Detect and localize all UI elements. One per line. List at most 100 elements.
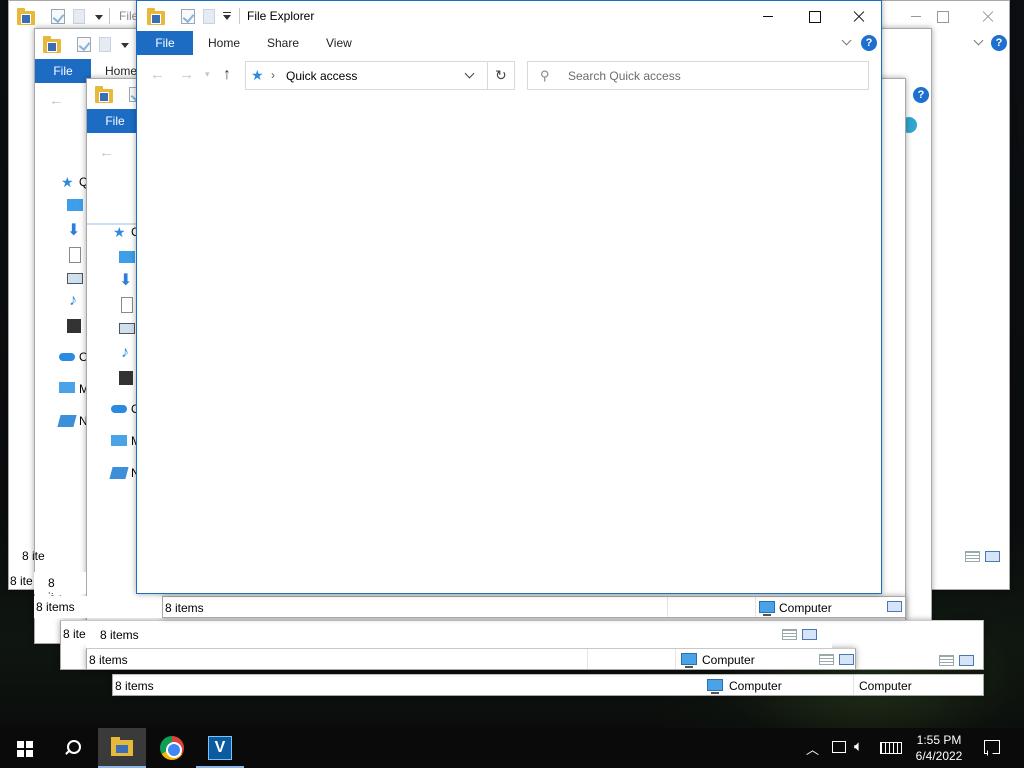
refresh-icon[interactable]: ↻ bbox=[495, 67, 507, 84]
back-arrow-icon[interactable]: ← bbox=[99, 145, 114, 161]
file-explorer-icon bbox=[111, 737, 133, 756]
view-toggle-icons[interactable] bbox=[965, 551, 1001, 563]
explorer-window-bg-j[interactable]: 8 items bbox=[34, 596, 162, 618]
details-view-icon[interactable] bbox=[939, 655, 954, 666]
folder-icon bbox=[95, 86, 113, 103]
videos-icon bbox=[119, 371, 133, 385]
address-divider bbox=[487, 62, 488, 89]
view-toggle-icons[interactable] bbox=[782, 629, 818, 641]
computer-icon bbox=[707, 679, 723, 694]
properties-icon[interactable] bbox=[181, 9, 195, 24]
item-count: 8 items bbox=[48, 576, 77, 594]
home-tab[interactable]: Home bbox=[208, 31, 240, 55]
view-toggle-icons[interactable] bbox=[883, 601, 903, 613]
file-tab[interactable]: File bbox=[137, 31, 193, 55]
item-count-truncated: 8 ite bbox=[63, 627, 86, 641]
quick-access-star-icon: ★ bbox=[113, 224, 126, 240]
ribbon-tabs: File Home Share View ? bbox=[137, 31, 881, 55]
help-icon[interactable]: ? bbox=[861, 35, 877, 51]
taskbar-v-app[interactable]: V bbox=[196, 728, 244, 768]
computer-icon bbox=[759, 601, 775, 616]
title-bar[interactable]: File Explorer bbox=[137, 1, 881, 31]
view-toggle-icons[interactable] bbox=[939, 655, 975, 667]
back-arrow-icon[interactable]: ← bbox=[150, 67, 165, 83]
customize-qat-icon[interactable] bbox=[223, 15, 231, 20]
nav-pane-divider bbox=[87, 223, 137, 225]
documents-icon bbox=[121, 297, 133, 313]
explorer-window-bg-k[interactable]: 8 items bbox=[34, 572, 86, 594]
taskbar-chrome[interactable] bbox=[148, 728, 196, 768]
breadcrumb-quick-access[interactable]: Quick access bbox=[286, 69, 357, 83]
status-divider bbox=[587, 649, 588, 669]
search-box[interactable]: ⚲ Search Quick access bbox=[527, 61, 869, 90]
up-arrow-icon[interactable]: ↑ bbox=[223, 67, 231, 83]
content-area[interactable] bbox=[137, 95, 881, 593]
address-dropdown-chevron-icon[interactable] bbox=[464, 68, 475, 79]
folder-icon bbox=[147, 8, 165, 25]
minimize-button[interactable] bbox=[745, 1, 791, 31]
windows-start-icon bbox=[17, 741, 33, 757]
explorer-window-bg-g[interactable]: 8 items Computer bbox=[86, 648, 856, 670]
computer-label: Computer bbox=[859, 679, 912, 693]
computer-icon bbox=[681, 653, 697, 668]
shell-app-icon[interactable] bbox=[905, 157, 906, 173]
pictures-icon bbox=[119, 323, 135, 334]
details-view-icon[interactable] bbox=[782, 629, 797, 640]
close-button[interactable] bbox=[965, 1, 1009, 31]
help-icon[interactable]: ? bbox=[991, 35, 1007, 51]
item-count: 8 items bbox=[89, 653, 128, 667]
search-icon bbox=[64, 740, 81, 756]
details-view-icon[interactable] bbox=[965, 551, 980, 562]
clock-date: 6/4/2022 bbox=[915, 749, 963, 763]
search-button[interactable] bbox=[48, 728, 96, 768]
start-button[interactable] bbox=[0, 728, 48, 768]
large-icons-view-icon[interactable] bbox=[839, 654, 854, 665]
downloads-icon: ⬇ bbox=[119, 272, 133, 289]
new-folder-icon[interactable] bbox=[203, 9, 215, 24]
item-count: 8 items bbox=[115, 679, 154, 693]
details-view-icon[interactable] bbox=[819, 654, 834, 665]
search-input[interactable]: Search Quick access bbox=[568, 69, 681, 83]
address-bar[interactable]: ★ › Quick access ↻ bbox=[245, 61, 515, 90]
status-divider bbox=[675, 649, 676, 669]
explorer-window-bg-h[interactable]: 8 items bbox=[86, 624, 832, 648]
ribbon-expand-chevron-icon[interactable] bbox=[841, 35, 852, 46]
ribbon-collapse-chevron-icon[interactable] bbox=[973, 35, 984, 46]
view-tab[interactable]: View bbox=[326, 31, 352, 55]
help-icon[interactable]: ? bbox=[913, 87, 929, 103]
qat-separator bbox=[239, 8, 240, 24]
chrome-icon bbox=[160, 736, 184, 760]
status-divider bbox=[853, 675, 854, 695]
notification-icon[interactable] bbox=[984, 740, 1000, 754]
large-icons-view-icon[interactable] bbox=[887, 601, 902, 612]
file-tab[interactable]: File bbox=[87, 109, 143, 133]
maximize-button[interactable] bbox=[791, 1, 837, 31]
large-icons-view-icon[interactable] bbox=[959, 655, 974, 666]
maximize-button[interactable] bbox=[919, 1, 965, 31]
keyboard-icon[interactable] bbox=[880, 742, 902, 754]
forward-arrow-icon[interactable]: → bbox=[179, 67, 194, 83]
share-tab[interactable]: Share bbox=[267, 31, 299, 55]
large-icons-view-icon[interactable] bbox=[802, 629, 817, 640]
chevron-up-icon[interactable]: ︿ bbox=[806, 739, 819, 757]
item-count: 8 items bbox=[36, 600, 75, 614]
taskbar-file-explorer[interactable] bbox=[98, 728, 146, 768]
item-count-truncated: 8 ite bbox=[22, 549, 45, 563]
explorer-window-bg-i[interactable]: 8 items Computer bbox=[162, 596, 906, 618]
customize-qat-line bbox=[223, 12, 231, 13]
music-icon: ♪ bbox=[121, 344, 129, 361]
clock[interactable]: 1:55 PM 6/4/2022 bbox=[904, 732, 974, 764]
network-icon[interactable] bbox=[832, 741, 846, 753]
view-toggle-icons[interactable] bbox=[819, 654, 855, 666]
taskbar: V ︿ 🔈︎ 1:55 PM 6/4/2022 bbox=[0, 728, 1024, 768]
recent-locations-chevron-icon[interactable]: ▾ bbox=[205, 66, 210, 82]
search-icon: ⚲ bbox=[540, 68, 550, 83]
status-divider bbox=[667, 597, 668, 617]
large-icons-view-icon[interactable] bbox=[985, 551, 1000, 562]
clock-time: 1:55 PM bbox=[916, 733, 962, 747]
volume-icon[interactable]: 🔈︎ bbox=[854, 738, 863, 756]
explorer-window-active[interactable]: File Explorer File Home Share View ? ← →… bbox=[136, 0, 882, 594]
onedrive-icon bbox=[111, 405, 127, 413]
explorer-window-bg-e[interactable]: 8 items Computer Computer bbox=[112, 674, 984, 696]
close-button[interactable] bbox=[836, 1, 881, 31]
